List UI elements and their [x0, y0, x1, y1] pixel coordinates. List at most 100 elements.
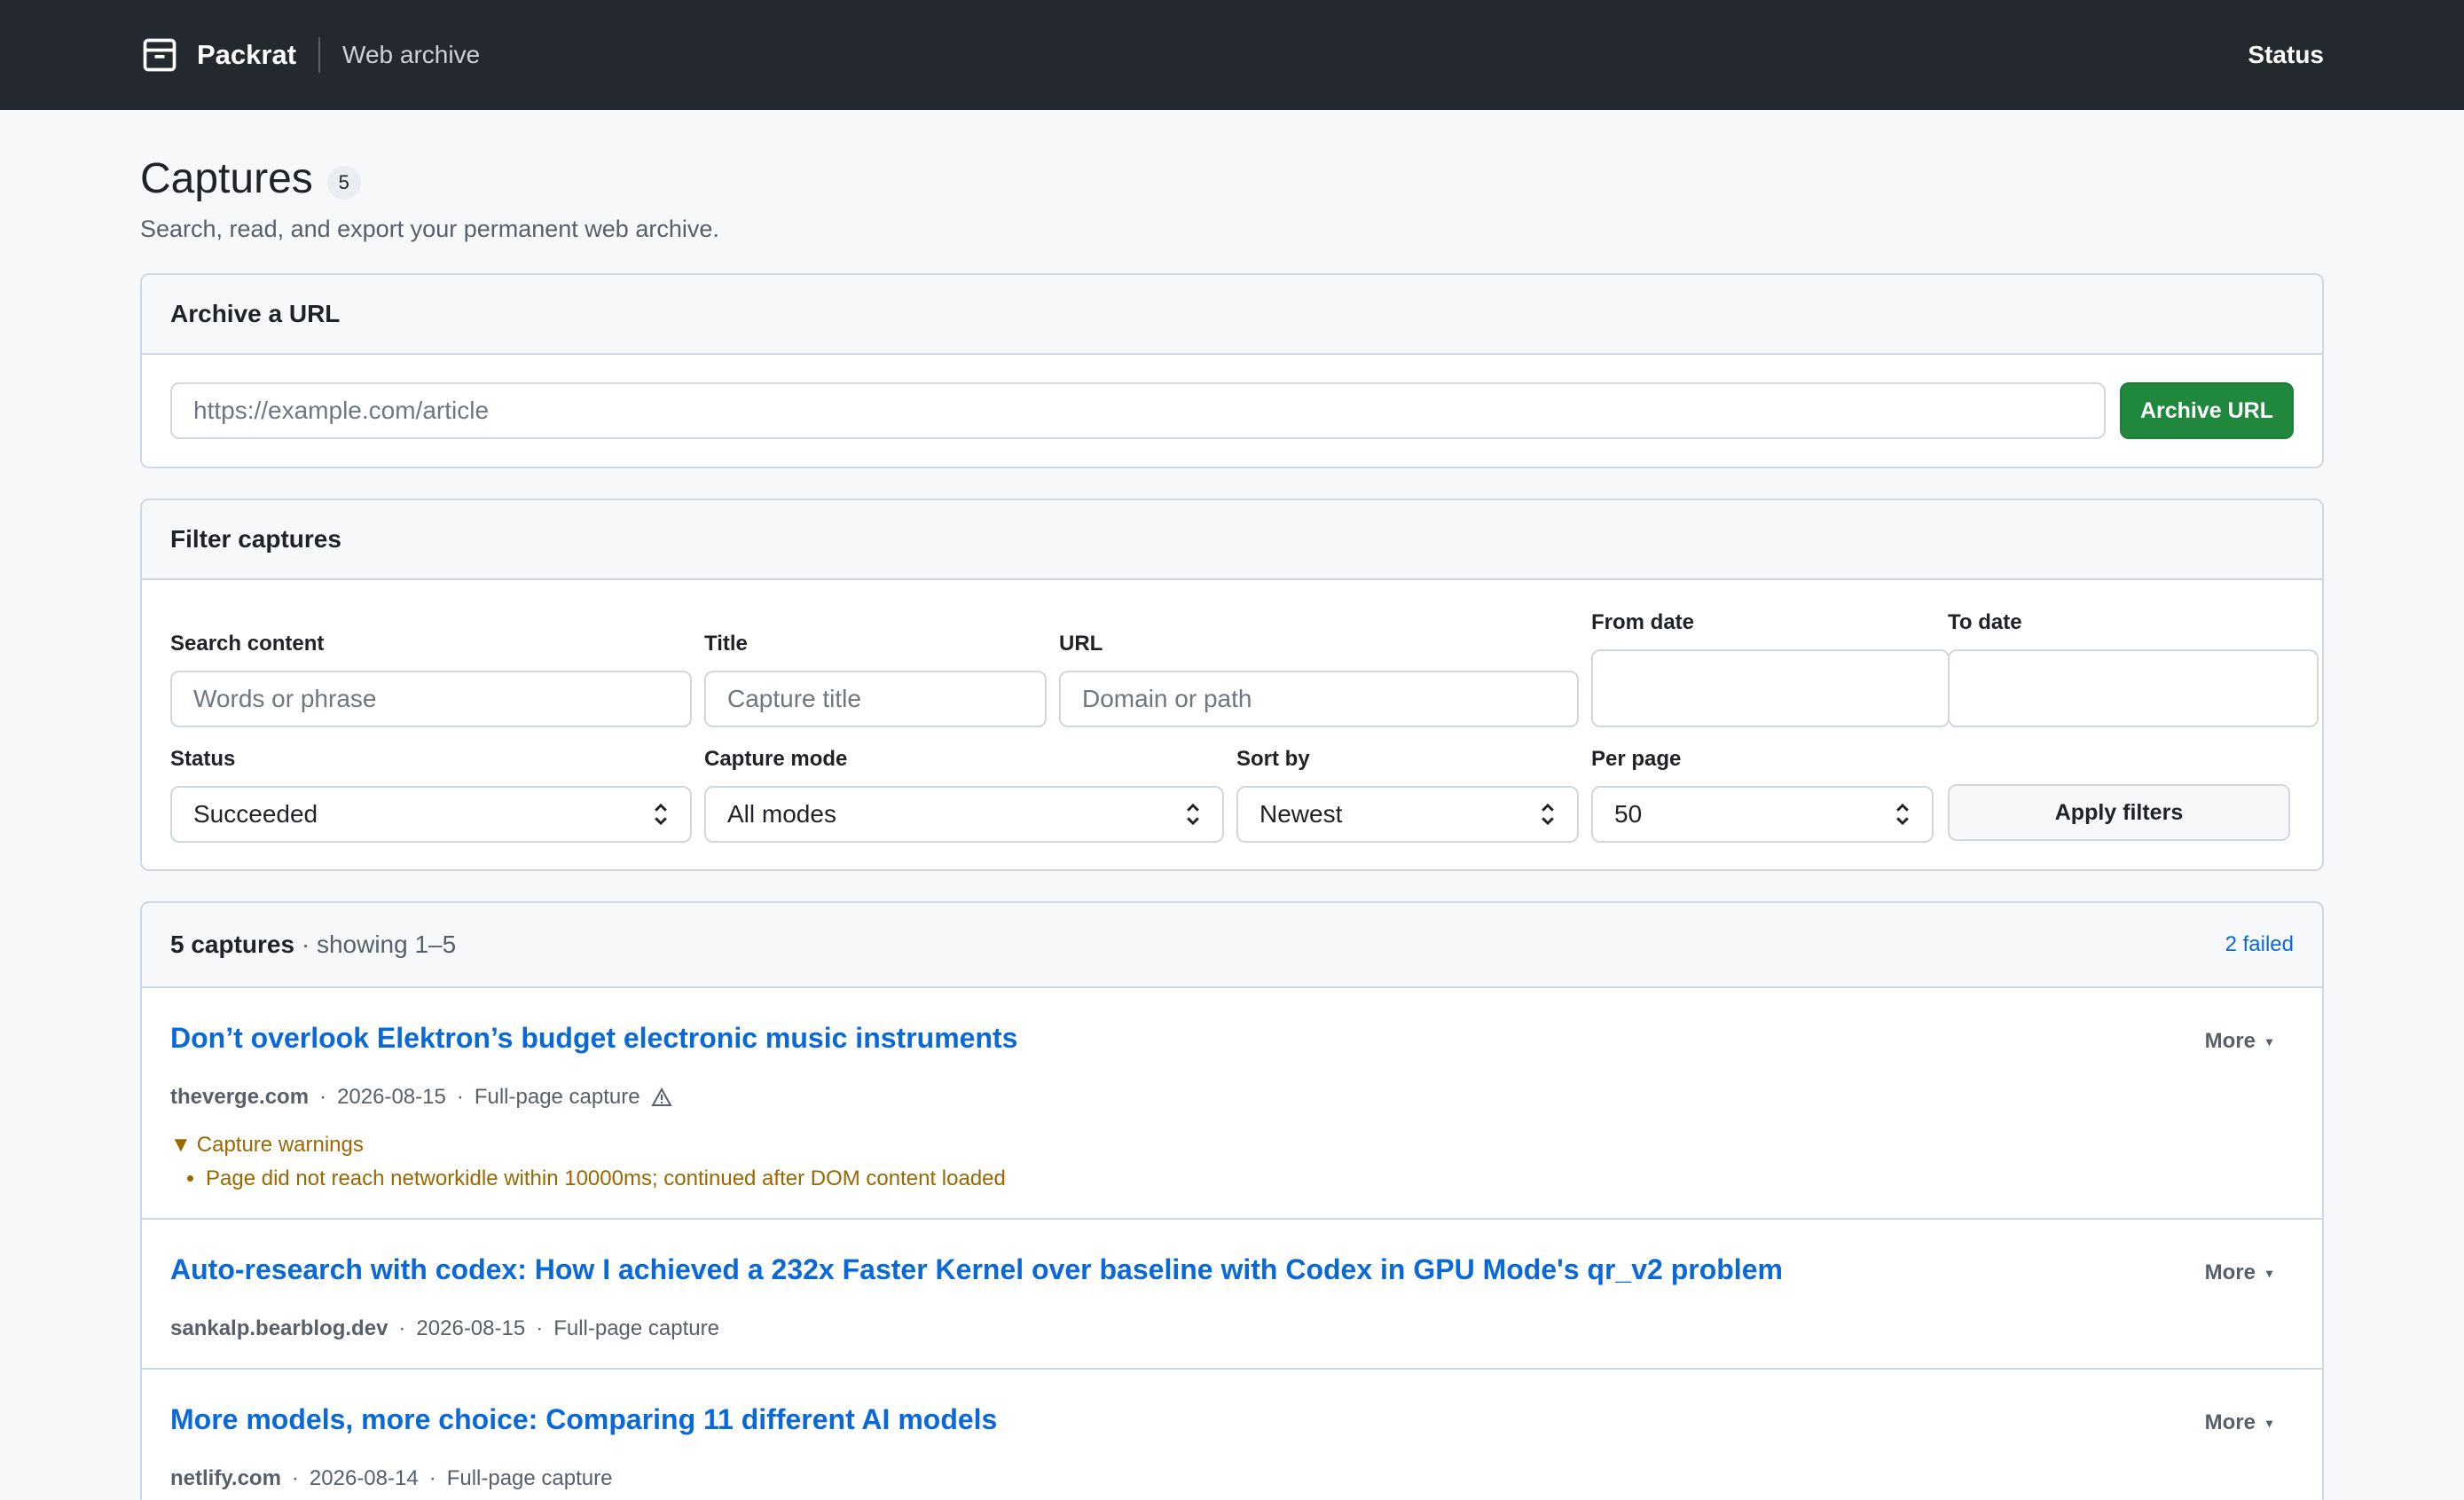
warnings-list: Page did not reach networkidle within 10… — [170, 1166, 2294, 1191]
captures-count-badge: 5 — [326, 165, 361, 200]
capture-mode: Full-page capture — [553, 1316, 719, 1340]
warning-triangle-icon — [650, 1088, 672, 1107]
capture-title-link[interactable]: Auto-research with codex: How I achieved… — [170, 1253, 1783, 1286]
sort-by-select-value: Newest — [1259, 800, 1343, 828]
page-title: Captures — [140, 155, 313, 202]
per-page-label: Per page — [1591, 747, 1682, 771]
capture-row: Don’t overlook Elektron’s budget electro… — [142, 988, 2322, 1220]
caret-down-icon: ▾ — [2265, 1415, 2272, 1430]
captures-list-card: 5 captures · showing 1–5 2 failed Don’t … — [140, 901, 2324, 1500]
nav-status-link[interactable]: Status — [2248, 41, 2324, 69]
archive-box-icon — [140, 35, 179, 75]
results-count-label: 5 captures — [170, 931, 295, 958]
meta-separator: · — [398, 1316, 406, 1340]
caret-down-icon: ▾ — [2265, 1265, 2272, 1280]
title-input[interactable] — [704, 671, 1047, 727]
failed-captures-link[interactable]: 2 failed — [2225, 932, 2294, 957]
status-select[interactable]: Succeeded — [170, 786, 692, 843]
title-field: Title — [704, 632, 1047, 727]
to-date-label: To date — [1948, 610, 2022, 634]
url-filter-label: URL — [1059, 632, 1103, 656]
capture-row: Auto-research with codex: How I achieved… — [142, 1220, 2322, 1370]
status-select-value: Succeeded — [193, 800, 318, 828]
archive-url-button[interactable]: Archive URL — [2120, 382, 2294, 439]
more-menu-label: More — [2204, 1029, 2256, 1053]
meta-separator: · — [319, 1085, 327, 1109]
filter-captures-heading: Filter captures — [142, 500, 2322, 580]
brand-name: Packrat — [197, 39, 297, 70]
archive-url-heading: Archive a URL — [142, 275, 2322, 355]
capture-domain: theverge.com — [170, 1085, 310, 1109]
capture-domain: sankalp.bearblog.dev — [170, 1316, 388, 1340]
to-date-input[interactable] — [1948, 649, 2319, 727]
from-date-field: From date — [1591, 610, 1950, 727]
url-filter-field: URL — [1059, 632, 1579, 727]
chevron-up-down-icon — [653, 803, 669, 826]
page-header: Captures 5 Search, read, and export your… — [140, 110, 2324, 243]
brand-subtitle: Web archive — [342, 41, 481, 68]
capture-mode: Full-page capture — [446, 1466, 613, 1490]
archive-url-input[interactable] — [170, 382, 2106, 439]
more-menu-button[interactable]: More ▾ — [2205, 1260, 2272, 1285]
search-content-field: Search content — [170, 632, 692, 727]
to-date-field: To date — [1948, 610, 2319, 727]
page-subtitle: Search, read, and export your permanent … — [140, 216, 719, 242]
filter-captures-card: Filter captures Search content Title URL… — [140, 499, 2324, 871]
more-menu-label: More — [2204, 1410, 2256, 1434]
meta-separator: · — [456, 1085, 464, 1109]
capture-title-link[interactable]: More models, more choice: Comparing 11 d… — [170, 1403, 997, 1436]
filter-form: Search content Title URL From date To da… — [142, 580, 2322, 869]
main-content: Captures 5 Search, read, and export your… — [0, 110, 2464, 1500]
warning-item: Page did not reach networkidle within 10… — [206, 1166, 2294, 1191]
sort-by-select[interactable]: Newest — [1236, 786, 1579, 843]
meta-separator: · — [291, 1466, 299, 1490]
more-menu-button[interactable]: More ▾ — [2205, 1029, 2272, 1054]
meta-separator: · — [428, 1466, 436, 1490]
capture-mode-select[interactable]: All modes — [704, 786, 1224, 843]
archive-url-card: Archive a URL Archive URL — [140, 273, 2324, 468]
capture-warnings: ▼ Capture warnings Page did not reach ne… — [170, 1133, 2294, 1191]
brand-divider — [318, 37, 321, 73]
more-menu-button[interactable]: More ▾ — [2205, 1410, 2272, 1435]
capture-mode-label: Capture mode — [704, 747, 848, 771]
title-label: Title — [704, 632, 748, 656]
caret-down-icon: ▾ — [2265, 1033, 2272, 1048]
results-showing: · showing 1–5 — [301, 931, 457, 958]
more-menu-label: More — [2204, 1260, 2256, 1284]
results-count: 5 captures · showing 1–5 — [170, 931, 456, 959]
capture-mode-field: Capture mode All modes — [704, 747, 1224, 843]
capture-row: More models, more choice: Comparing 11 d… — [142, 1370, 2322, 1500]
results-header: 5 captures · showing 1–5 2 failed — [142, 903, 2322, 988]
capture-meta: theverge.com · 2026-08-15 · Full-page ca… — [170, 1085, 2294, 1110]
capture-meta: sankalp.bearblog.dev · 2026-08-15 · Full… — [170, 1316, 2294, 1341]
search-content-input[interactable] — [170, 671, 692, 727]
capture-warnings-summary: Capture warnings — [196, 1133, 364, 1157]
apply-filters-button[interactable]: Apply filters — [1948, 784, 2290, 841]
from-date-input[interactable] — [1591, 649, 1950, 727]
capture-mode-select-value: All modes — [727, 800, 836, 828]
url-filter-input[interactable] — [1059, 671, 1579, 727]
status-field: Status Succeeded — [170, 747, 692, 843]
capture-warnings-toggle[interactable]: ▼ Capture warnings — [170, 1133, 2294, 1158]
status-label: Status — [170, 747, 236, 771]
chevron-up-down-icon — [1540, 803, 1556, 826]
top-navbar: Packrat Web archive Status — [0, 0, 2464, 110]
chevron-up-down-icon — [1895, 803, 1911, 826]
capture-meta: netlify.com · 2026-08-14 · Full-page cap… — [170, 1466, 2294, 1491]
brand[interactable]: Packrat Web archive — [140, 35, 480, 75]
sort-by-label: Sort by — [1236, 747, 1310, 771]
capture-domain: netlify.com — [170, 1466, 281, 1490]
per-page-select[interactable]: 50 — [1591, 786, 1934, 843]
per-page-select-value: 50 — [1614, 800, 1643, 828]
capture-date: 2026-08-15 — [337, 1085, 446, 1109]
capture-date: 2026-08-14 — [309, 1466, 419, 1490]
chevron-up-down-icon — [1185, 803, 1201, 826]
capture-date: 2026-08-15 — [416, 1316, 526, 1340]
from-date-label: From date — [1591, 610, 1695, 634]
capture-mode: Full-page capture — [474, 1085, 640, 1109]
meta-separator: · — [536, 1316, 544, 1340]
sort-by-field: Sort by Newest — [1236, 747, 1579, 843]
per-page-field: Per page 50 — [1591, 747, 1934, 843]
capture-title-link[interactable]: Don’t overlook Elektron’s budget electro… — [170, 1022, 1017, 1055]
disclosure-triangle-icon: ▼ — [170, 1133, 192, 1157]
